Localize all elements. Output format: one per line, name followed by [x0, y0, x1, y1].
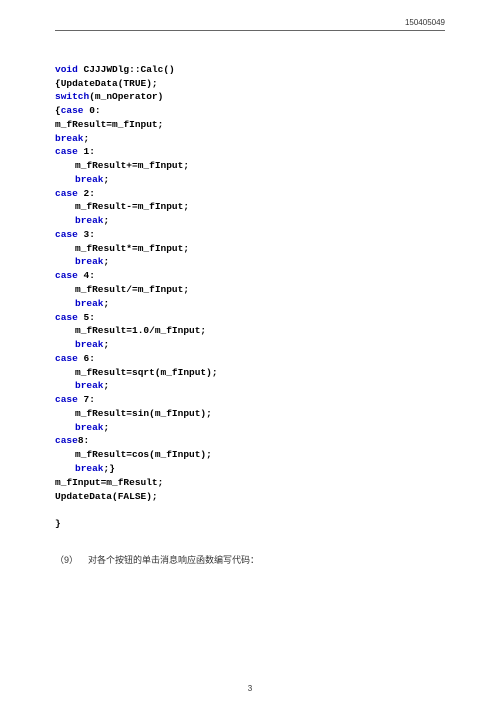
kw-case: case	[55, 146, 78, 157]
code-text: m_fInput=m_fResult;	[55, 477, 163, 488]
code-text: ;	[104, 174, 110, 185]
caption-number: （9）	[55, 555, 78, 565]
code-text: m_fResult+=m_fInput;	[55, 159, 189, 173]
kw-case: case	[55, 353, 78, 364]
kw-case: case	[55, 312, 78, 323]
code-text: UpdateData(FALSE);	[55, 491, 158, 502]
code-text: 5:	[78, 312, 95, 323]
document-page: 150405049 void CJJJWDlg::Calc() {UpdateD…	[0, 0, 500, 707]
page-number: 3	[0, 684, 500, 693]
code-text: 1:	[78, 146, 95, 157]
code-text: m_fResult=sqrt(m_fInput);	[55, 366, 218, 380]
caption-text: 对各个按钮的单击消息响应函数编写代码：	[88, 555, 259, 565]
code-text: m_fResult*=m_fInput;	[55, 242, 189, 256]
kw-case: case	[55, 188, 78, 199]
code-text: 8:	[78, 435, 89, 446]
kw-break: break	[75, 463, 104, 474]
kw-case: case	[55, 394, 78, 405]
code-text: 3:	[78, 229, 95, 240]
blank-line	[55, 504, 61, 515]
code-text: ;	[104, 256, 110, 267]
code-text: 2:	[78, 188, 95, 199]
code-text: ;	[104, 339, 110, 350]
kw-break: break	[75, 174, 104, 185]
code-text: ;	[104, 380, 110, 391]
code-block: void CJJJWDlg::Calc() {UpdateData(TRUE);…	[55, 49, 445, 531]
code-text: m_fResult-=m_fInput;	[55, 200, 189, 214]
code-text: ;	[104, 422, 110, 433]
kw-break: break	[75, 298, 104, 309]
kw-case: case	[55, 435, 78, 446]
code-text: ;	[104, 215, 110, 226]
kw-break: break	[75, 256, 104, 267]
code-text: m_fResult=m_fInput;	[55, 119, 163, 130]
code-text: 0:	[84, 105, 101, 116]
kw-break: break	[75, 380, 104, 391]
code-text: m_fResult=sin(m_fInput);	[55, 407, 212, 421]
code-text: 4:	[78, 270, 95, 281]
code-text: ;	[84, 133, 90, 144]
code-text: m_fResult/=m_fInput;	[55, 283, 189, 297]
kw-break: break	[55, 133, 84, 144]
code-text: }	[55, 518, 61, 529]
code-text: (m_nOperator)	[89, 91, 163, 102]
code-text: ;}	[104, 463, 115, 474]
code-text: 6:	[78, 353, 95, 364]
kw-break: break	[75, 339, 104, 350]
kw-case: case	[61, 105, 84, 116]
header-id: 150405049	[55, 18, 445, 31]
caption: （9） 对各个按钮的单击消息响应函数编写代码：	[55, 553, 445, 566]
kw-void: void	[55, 64, 78, 75]
kw-case: case	[55, 270, 78, 281]
kw-case: case	[55, 229, 78, 240]
code-text: ;	[104, 298, 110, 309]
kw-switch: switch	[55, 91, 89, 102]
code-text: {UpdateData(TRUE);	[55, 78, 158, 89]
code-text: m_fResult=1.0/m_fInput;	[55, 324, 206, 338]
code-text: m_fResult=cos(m_fInput);	[55, 448, 212, 462]
kw-break: break	[75, 215, 104, 226]
code-text: CJJJWDlg::Calc()	[78, 64, 175, 75]
code-text: 7:	[78, 394, 95, 405]
kw-break: break	[75, 422, 104, 433]
